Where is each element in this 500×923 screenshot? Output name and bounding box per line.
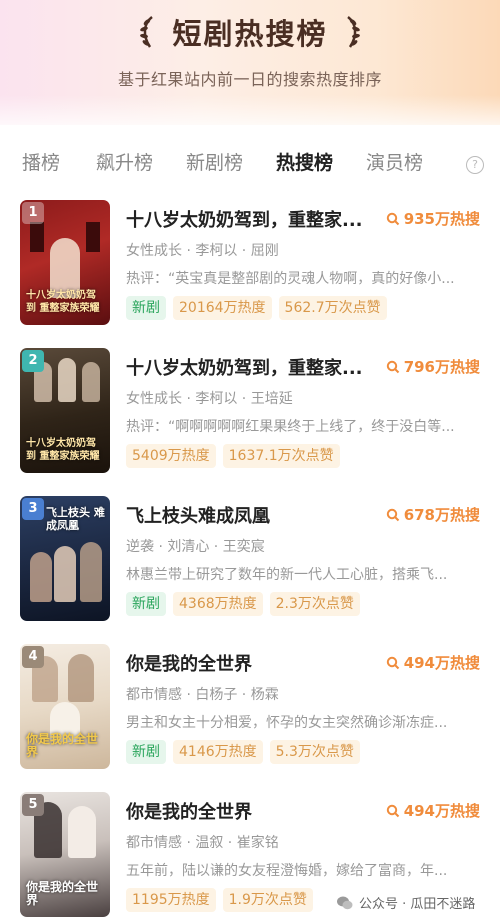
likes-stat: 562.7万次点赞 xyxy=(278,296,387,320)
heat-stat: 4368万热度 xyxy=(173,592,263,616)
poster-image: 5 你是我的全世界 xyxy=(20,792,110,917)
drama-title: 飞上枝头难成凤凰 xyxy=(126,506,270,527)
drama-description: 热评：“英宝真是整部剧的灵魂人物啊，真的好像小... xyxy=(126,271,455,287)
tab-rising[interactable]: 飙升榜 xyxy=(96,148,153,175)
wechat-icon xyxy=(337,896,353,909)
likes-stat: 2.3万次点赞 xyxy=(269,592,360,616)
drama-title: 十八岁太奶奶驾到，重整家... xyxy=(126,210,363,231)
search-heat: 494万热搜 xyxy=(386,652,480,673)
tag-row: 1195万热度 1.9万次点赞 xyxy=(126,888,313,912)
new-badge: 新剧 xyxy=(126,296,166,320)
drama-meta: 女性成长 · 李柯以 · 屈刚 xyxy=(126,243,279,259)
watermark: 公众号 · 瓜田不迷路 xyxy=(336,893,475,912)
search-heat: 494万热搜 xyxy=(386,800,480,821)
rank-badge: 1 xyxy=(22,202,44,224)
likes-stat: 1.9万次点赞 xyxy=(222,888,313,912)
poster-title-art: 十八岁太奶奶驾到 重整家族荣耀 xyxy=(26,290,100,314)
heat-stat: 20164万热度 xyxy=(173,296,272,320)
title-row: 短剧热搜榜 xyxy=(0,10,500,54)
laurel-right-icon xyxy=(346,16,360,48)
tab-broadcast[interactable]: 播榜 xyxy=(22,148,60,175)
tag-row: 新剧 4146万热度 5.3万次点赞 xyxy=(126,740,360,764)
poster-title-art: 你是我的全世界 xyxy=(26,880,99,907)
header-fade xyxy=(0,95,500,135)
new-badge: 新剧 xyxy=(126,592,166,616)
list-item[interactable]: 1 十八岁太奶奶驾到 重整家族荣耀 十八岁太奶奶驾到，重整家... 935万热搜… xyxy=(0,200,500,330)
search-icon xyxy=(386,804,399,817)
drama-title: 你是我的全世界 xyxy=(126,654,252,675)
search-heat: 678万热搜 xyxy=(386,504,480,525)
page-title: 短剧热搜榜 xyxy=(172,17,328,51)
search-heat: 796万热搜 xyxy=(386,356,480,377)
drama-description: 热评：“啊啊啊啊啊红果果终于上线了，终于没白等... xyxy=(126,419,455,435)
search-heat: 935万热搜 xyxy=(386,208,480,229)
list-item[interactable]: 2 十八岁太奶奶驾到 重整家族荣耀 十八岁太奶奶驾到，重整家... 796万热搜… xyxy=(0,348,500,478)
heat-value: 494万热搜 xyxy=(403,654,480,672)
poster-image: 4 你是我的全世界 xyxy=(20,644,110,769)
rank-badge: 5 xyxy=(22,794,44,816)
drama-meta: 逆袭 · 刘清心 · 王奕宸 xyxy=(126,539,265,555)
tab-actors[interactable]: 演员榜 xyxy=(366,148,423,175)
poster-image: 1 十八岁太奶奶驾到 重整家族荣耀 xyxy=(20,200,110,325)
drama-title: 十八岁太奶奶驾到，重整家... xyxy=(126,358,363,379)
poster-title-art: 十八岁太奶奶驾到 重整家族荣耀 xyxy=(26,438,100,462)
tag-row: 新剧 20164万热度 562.7万次点赞 xyxy=(126,296,387,320)
laurel-left-icon xyxy=(140,16,154,48)
rank-badge: 3 xyxy=(22,498,44,520)
search-icon xyxy=(386,360,399,373)
tag-row: 新剧 4368万热度 2.3万次点赞 xyxy=(126,592,360,616)
drama-description: 五年前，陆以谦的女友程澄悔婚，嫁给了富商，年... xyxy=(126,863,448,879)
poster-image: 3 飞上枝头 难成凤凰 xyxy=(20,496,110,621)
poster-title-art: 飞上枝头 难成凤凰 xyxy=(46,506,105,532)
poster-image: 2 十八岁太奶奶驾到 重整家族荣耀 xyxy=(20,348,110,473)
poster-title-art: 你是我的全世界 xyxy=(26,732,99,759)
drama-meta: 女性成长 · 李柯以 · 王培延 xyxy=(126,391,293,407)
heat-stat: 1195万热度 xyxy=(126,888,216,912)
page-subtitle: 基于红果站内前一日的搜索热度排序 xyxy=(117,70,382,89)
likes-stat: 1637.1万次点赞 xyxy=(222,444,340,468)
search-icon xyxy=(386,508,399,521)
tag-row: 5409万热度 1637.1万次点赞 xyxy=(126,444,340,468)
rank-badge: 4 xyxy=(22,646,44,668)
drama-meta: 都市情感 · 温叙 · 崔家铭 xyxy=(126,835,279,851)
heat-value: 678万热搜 xyxy=(403,506,480,524)
heat-value: 796万热搜 xyxy=(403,358,480,376)
list-item[interactable]: 4 你是我的全世界 你是我的全世界 494万热搜 都市情感 · 白杨子 · 杨霖… xyxy=(0,644,500,774)
likes-stat: 5.3万次点赞 xyxy=(269,740,360,764)
list-item[interactable]: 3 飞上枝头 难成凤凰 飞上枝头难成凤凰 678万热搜 逆袭 · 刘清心 · 王… xyxy=(0,496,500,626)
heat-stat: 4146万热度 xyxy=(173,740,263,764)
new-badge: 新剧 xyxy=(126,740,166,764)
drama-description: 林惠兰带上研究了数年的新一代人工心脏，搭乘飞... xyxy=(126,567,448,583)
drama-description: 男主和女主十分相爱，怀孕的女主突然确诊渐冻症... xyxy=(126,715,448,731)
search-icon xyxy=(386,656,399,669)
search-icon xyxy=(386,212,399,225)
heat-stat: 5409万热度 xyxy=(126,444,216,468)
heat-value: 494万热搜 xyxy=(403,802,480,820)
tab-new[interactable]: 新剧榜 xyxy=(186,148,243,175)
rank-badge: 2 xyxy=(22,350,44,372)
tab-hot-search[interactable]: 热搜榜 xyxy=(276,148,333,175)
watermark-text: 公众号 · 瓜田不迷路 xyxy=(359,897,476,912)
tab-bar: 播榜 飙升榜 新剧榜 热搜榜 演员榜 xyxy=(0,148,500,182)
drama-title: 你是我的全世界 xyxy=(126,802,252,823)
heat-value: 935万热搜 xyxy=(403,210,480,228)
help-icon[interactable]: ? xyxy=(466,156,484,174)
drama-meta: 都市情感 · 白杨子 · 杨霖 xyxy=(126,687,279,703)
